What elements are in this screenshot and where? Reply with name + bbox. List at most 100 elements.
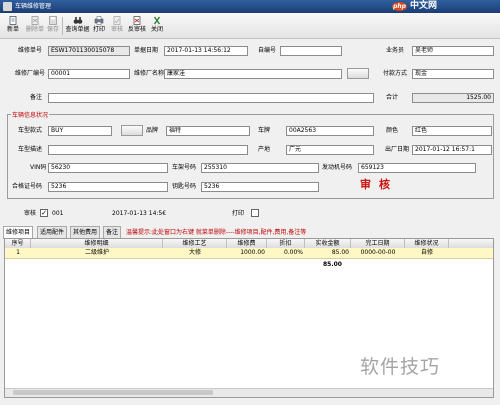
total-label: 合计 [386,94,399,101]
vehicle-group-title: 车辆信息状况 [11,110,50,119]
doc-date-field[interactable]: 2017-01-13 14:56:12 [164,46,248,56]
doc-date-label: 单据日期 [134,47,159,54]
tab-remarks[interactable]: 备注 [103,226,122,238]
desc-label: 车型描述 [18,146,43,153]
scrollbar-thumb[interactable] [13,390,213,395]
cell-status: 自修 [420,249,433,256]
delete-button[interactable]: 删除单 [26,15,44,37]
col-fee[interactable]: 维修费 [227,239,267,248]
engine-field[interactable]: 659123 [358,163,476,173]
vin-field[interactable]: 56230 [48,163,168,173]
vin-label: VIN码 [30,164,47,171]
total-field: 1525.00 [412,93,494,103]
cell-actual: 85.00 [331,249,349,256]
model-lookup-button[interactable] [121,125,143,136]
close-button[interactable]: 关闭 [149,15,165,37]
app-icon [3,2,12,11]
query-button[interactable]: 查询单据 [65,15,90,37]
hint-text: 温馨提示:此处窗口为右键 就菜单删除----维修项目,配件,费用,备注等 [126,229,307,236]
cell-done-date: 0000-00-00 [360,249,396,256]
auditor-value: 001 [52,210,64,217]
table-row[interactable]: 1 二级维护 大修 1000.00 0.00% 85.00 0000-00-00… [5,248,493,259]
payment-field[interactable]: 现金 [412,69,494,79]
cert-label: 合格证号码 [12,183,43,190]
tab-parts[interactable]: 适用配件 [37,226,68,238]
audit-checkbox[interactable]: ✓ [40,209,48,217]
cert-field[interactable]: 5236 [48,182,168,192]
cell-fee: 1000.00 [240,249,265,256]
origin-field[interactable]: 广元 [286,145,374,155]
remark-field[interactable] [48,93,374,103]
factory-no-label: 维修厂编号 [15,70,46,77]
cell-detail: 二级维护 [84,249,109,256]
cell-index: 1 [16,249,20,256]
repair-no-label: 维修单号 [18,47,43,54]
color-label: 颜色 [386,127,399,134]
desc-field[interactable] [48,145,248,155]
close-icon [153,16,161,25]
audit-checkbox-label: 审核 [24,210,37,217]
print-checkbox-label: 打印 [232,210,245,217]
col-actual[interactable]: 实收金额 [305,239,351,248]
audit-button[interactable]: 审核 [110,15,124,37]
factory-lookup-button[interactable] [347,68,369,79]
save-button[interactable]: 保存 [46,15,60,37]
factory-no-field[interactable]: 00001 [48,69,130,79]
print-button[interactable]: 打印 [92,15,106,37]
origin-label: 产地 [258,146,271,153]
close-label: 关闭 [150,26,163,33]
key-field[interactable]: 5236 [201,182,319,192]
new-label: 新单 [6,26,19,33]
engine-label: 发动机号码 [322,164,353,171]
printer-icon [94,16,104,25]
tab-bar: 维修项目 适用配件 其他费用 备注 温馨提示:此处窗口为右键 就菜单删除----… [0,226,500,239]
color-field[interactable]: 红色 [412,126,492,136]
title-bar: 车辆维修管理 php 中文网 [0,0,500,13]
new-button[interactable]: 新单 [4,15,22,37]
unaudit-button[interactable]: 反审核 [127,15,147,37]
salesman-field[interactable]: 吴老师 [412,46,494,56]
remark-label: 备注 [30,94,43,101]
delete-doc-icon [31,16,39,25]
col-discount[interactable]: 折扣 [267,239,305,248]
cell-discount: 0.00% [283,249,303,256]
frame-field[interactable]: 255310 [201,163,319,173]
col-detail[interactable]: 维修明细 [31,239,163,248]
php-badge: php [392,2,407,11]
factory-name-field[interactable]: 康家洼 [164,69,342,79]
col-done-date[interactable]: 完工日期 [351,239,405,248]
audit-label: 审核 [110,26,123,33]
plate-label: 车牌 [258,127,271,134]
watermark-text: 软件技巧 [360,356,441,378]
brand-field[interactable]: 福特 [166,126,250,136]
plate-field[interactable]: 00A2563 [286,126,374,136]
col-index[interactable]: 序号 [5,239,31,248]
model-field[interactable]: BUY [48,126,112,136]
self-no-label: 自编号 [258,47,277,54]
toolbar-divider [62,17,63,35]
col-status[interactable]: 维修状况 [405,239,449,248]
window-title: 车辆维修管理 [15,3,52,10]
factory-date-field[interactable]: 2017-01-12 16:57:1 [412,145,492,155]
print-label: 打印 [92,26,105,33]
grid-total: 85.00 [323,261,342,268]
audit-stamp: 审核 [360,178,398,191]
repair-no-field[interactable]: ESW1701130015078 [48,46,130,56]
salesman-label: 业务员 [386,47,405,54]
unaudit-label: 反审核 [127,26,146,33]
audit-time-value: 2017-01-13 14:5€ [112,210,167,217]
query-label: 查询单据 [65,26,90,33]
tab-other-fees[interactable]: 其他费用 [70,226,101,238]
col-process[interactable]: 维修工艺 [163,239,227,248]
save-label: 保存 [46,26,59,33]
self-no-field[interactable] [280,46,342,56]
new-doc-icon [9,16,17,25]
key-label: 钥匙号码 [172,183,197,190]
cell-process: 大修 [188,249,201,256]
print-checkbox[interactable] [251,209,259,217]
save-icon [49,16,57,25]
horizontal-scrollbar[interactable] [5,388,493,397]
model-label: 车型款式 [18,127,43,134]
audit-icon [113,16,121,25]
binoculars-icon [73,17,82,24]
